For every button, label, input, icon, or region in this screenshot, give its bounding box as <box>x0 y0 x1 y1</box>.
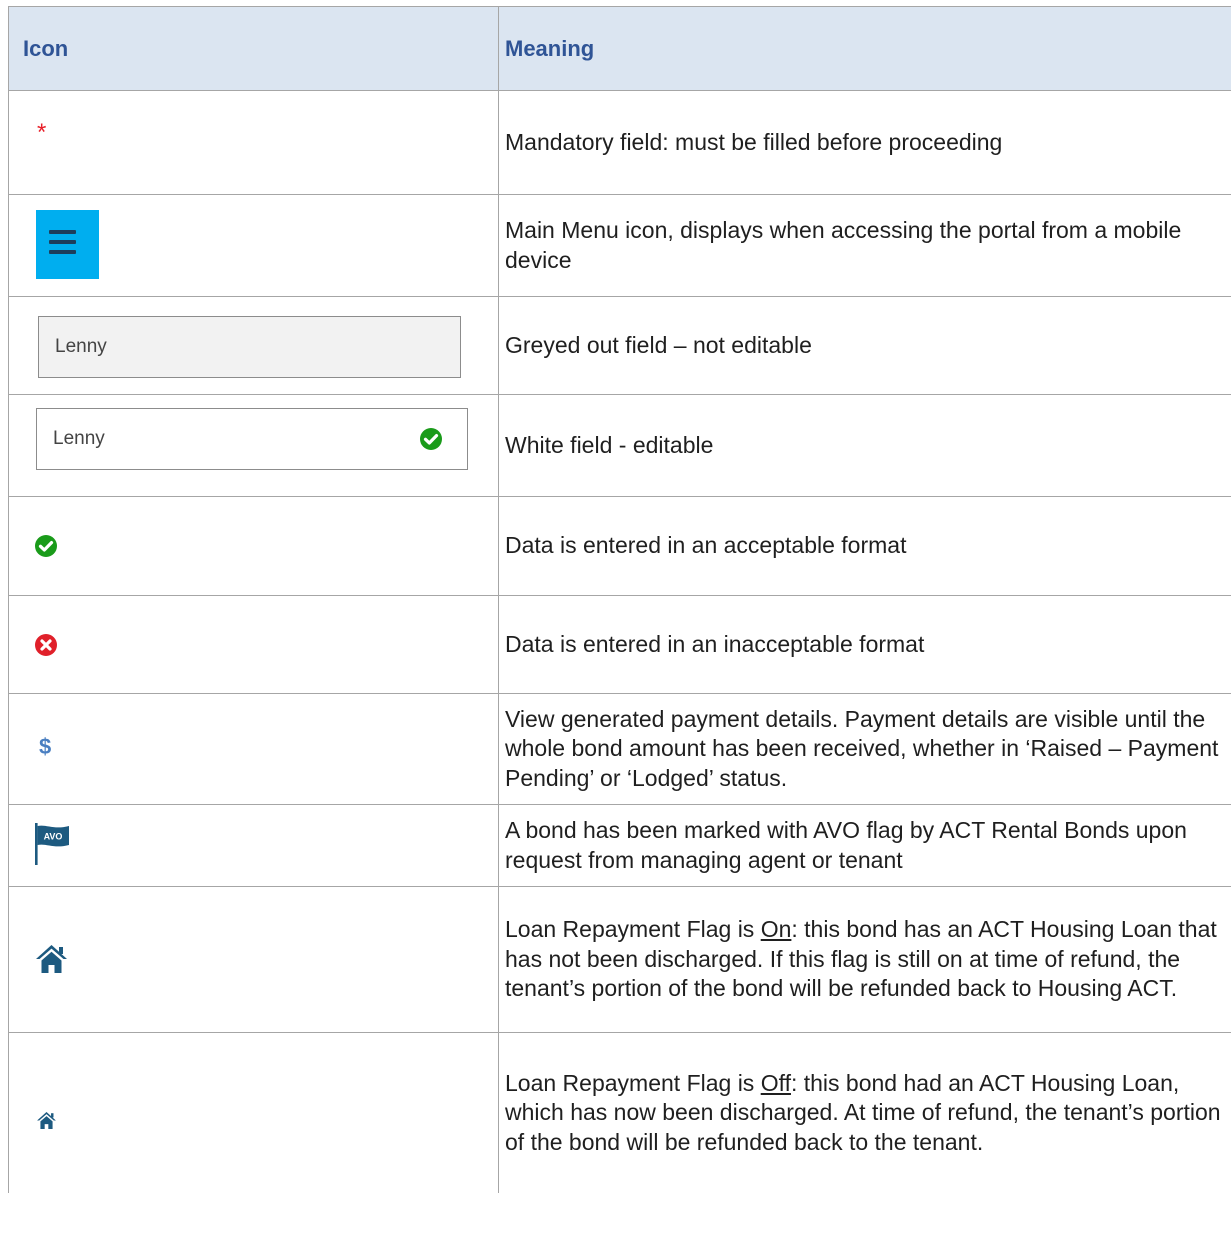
house-small-icon <box>37 1112 56 1129</box>
house-large-icon <box>36 945 67 973</box>
table-row: Main Menu icon, displays when accessing … <box>8 194 1231 297</box>
meaning-cell: Mandatory field: must be filled before p… <box>498 90 1231 195</box>
icon-cell <box>8 1032 499 1193</box>
table-row: * Mandatory field: must be filled before… <box>8 90 1231 195</box>
table-row: AVO A bond has been marked with AVO flag… <box>8 804 1231 887</box>
icon-cell <box>8 595 499 694</box>
flag-state-on: On <box>760 916 792 943</box>
table-row: Lenny White field - editable <box>8 394 1231 497</box>
meaning-cell: A bond has been marked with AVO flag by … <box>498 804 1231 887</box>
icon-column-header: Icon <box>8 6 499 91</box>
meaning-cell: White field - editable <box>498 394 1231 497</box>
dollar-icon: $ <box>39 734 52 759</box>
greyed-field-sample: Lenny <box>38 316 461 378</box>
meaning-cell: Data is entered in an acceptable format <box>498 496 1231 596</box>
meaning-prefix: Loan Repayment Flag is <box>505 916 761 943</box>
icon-cell: Lenny <box>8 296 499 395</box>
check-icon <box>420 428 442 450</box>
table-row: Loan Repayment Flag is Off: this bond ha… <box>8 1032 1231 1193</box>
icon-cell <box>8 496 499 596</box>
flag-state-off: Off <box>760 1069 791 1096</box>
table-row: Data is entered in an inacceptable forma… <box>8 595 1231 694</box>
icon-cell <box>8 194 499 297</box>
table-row: Lenny Greyed out field – not editable <box>8 296 1231 395</box>
icon-cell: $ <box>8 693 499 805</box>
icon-cell: Lenny <box>8 394 499 497</box>
editable-field-value: Lenny <box>53 428 105 449</box>
greyed-field-value: Lenny <box>55 336 107 357</box>
hamburger-menu-icon <box>36 210 99 279</box>
red-cross-icon <box>35 634 57 656</box>
meaning-column-header: Meaning <box>498 6 1231 91</box>
table-header-row: Icon Meaning <box>8 6 1231 91</box>
meaning-cell: Loan Repayment Flag is Off: this bond ha… <box>498 1032 1231 1193</box>
meaning-cell: Data is entered in an inacceptable forma… <box>498 595 1231 694</box>
avo-flag-icon: AVO <box>35 823 69 865</box>
table-row: Data is entered in an acceptable format <box>8 496 1231 596</box>
meaning-cell: Main Menu icon, displays when accessing … <box>498 194 1231 297</box>
meaning-prefix: Loan Repayment Flag is <box>505 1069 761 1096</box>
table-row: Loan Repayment Flag is On: this bond has… <box>8 886 1231 1033</box>
icon-cell: AVO <box>8 804 499 887</box>
green-check-icon <box>35 535 57 557</box>
avo-flag-label: AVO <box>44 832 63 842</box>
meaning-cell: View generated payment details. Payment … <box>498 693 1231 805</box>
asterisk-icon: * <box>37 119 47 146</box>
meaning-cell: Greyed out field – not editable <box>498 296 1231 395</box>
icon-legend-table: Icon Meaning * Mandatory field: must be … <box>8 6 1231 1193</box>
table-row: $ View generated payment details. Paymen… <box>8 693 1231 805</box>
icon-cell <box>8 886 499 1033</box>
icon-cell: * <box>8 90 499 195</box>
meaning-cell: Loan Repayment Flag is On: this bond has… <box>498 886 1231 1033</box>
editable-field-sample: Lenny <box>36 408 468 470</box>
